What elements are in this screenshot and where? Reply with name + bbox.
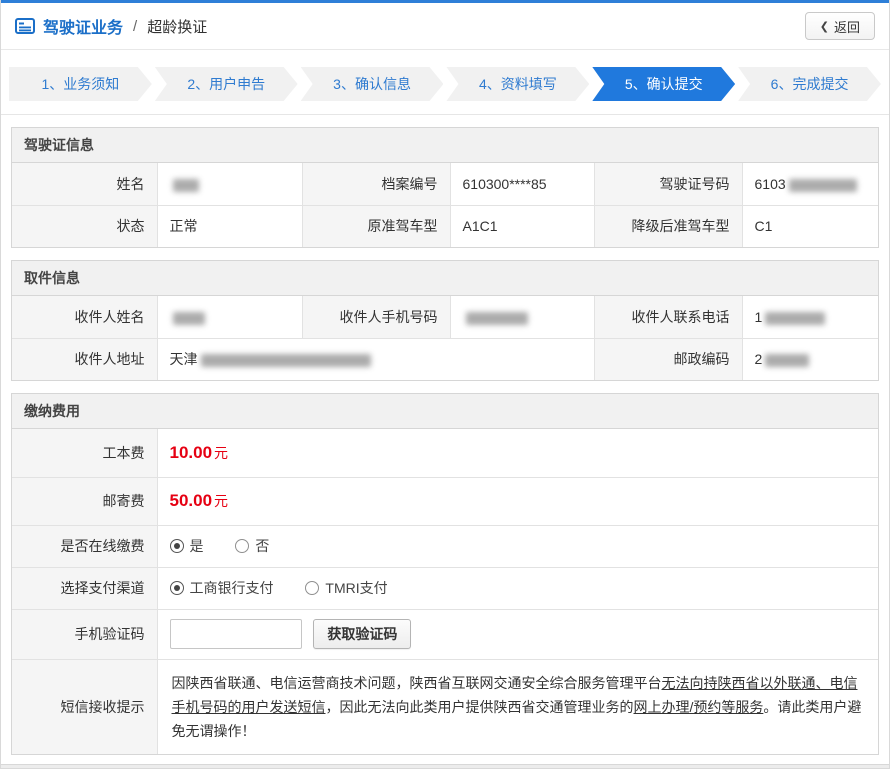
radio-unselected-icon: [305, 581, 320, 595]
radio-label: TMRI支付: [325, 580, 388, 596]
phone-prefix: 1: [754, 308, 763, 325]
back-arrow-icon: ❮: [819, 20, 829, 33]
field-value-address: 天津: [156, 337, 595, 380]
redacted-value: [465, 311, 528, 325]
fees-table: 工本费 10.00 元 邮寄费 50.00 元 是否在线缴费 是 否 选择支付渠…: [12, 429, 878, 754]
header-left: 驾驶证业务 / 超龄换证: [15, 14, 207, 38]
radio-channel-tmri[interactable]: TMRI支付: [305, 578, 388, 598]
license-info-table: 姓名 档案编号 610300****85 驾驶证号码 6103 状态 正常 原准…: [12, 163, 878, 247]
field-value-orig-class: A1C1: [449, 204, 595, 247]
pay-channel-options: 工商银行支付 TMRI支付: [156, 566, 878, 610]
field-value-new-class: C1: [741, 204, 878, 247]
step-tab-label: 1、业务须知: [41, 76, 120, 92]
field-value-license-no: 6103: [741, 163, 878, 206]
field-label-pay-channel: 选择支付渠道: [12, 566, 158, 610]
step-tab-5[interactable]: 5、确认提交: [592, 67, 735, 101]
field-value-recipient-name: [156, 296, 303, 339]
radio-channel-icbc[interactable]: 工商银行支付: [169, 578, 274, 598]
field-label-new-class: 降级后准驾车型: [593, 204, 743, 247]
postage-amount: 50.00: [169, 491, 213, 510]
section-fees: 缴纳费用 工本费 10.00 元 邮寄费 50.00 元 是否在线缴费 是 否 …: [11, 393, 879, 755]
sms-notice-text: 因陕西省联通、电信运营商技术问题，陕西省互联网交通安全综合服务管理平台无法向持陕…: [156, 658, 878, 754]
online-pay-options: 是 否: [156, 524, 878, 568]
redacted-value: [765, 311, 826, 325]
title-separator: /: [133, 17, 138, 35]
field-label-zip: 邮政编码: [593, 337, 743, 380]
page-title: 驾驶证业务: [43, 20, 124, 37]
step-tab-3[interactable]: 3、确认信息: [301, 67, 444, 101]
field-value-postage: 50.00 元: [156, 476, 878, 526]
cost-amount: 10.00: [169, 442, 213, 462]
field-label-online-pay: 是否在线缴费: [12, 524, 158, 568]
radio-online-no[interactable]: 否: [235, 536, 269, 556]
back-button[interactable]: ❮ 返回: [804, 12, 875, 40]
sms-code-input[interactable]: [169, 619, 302, 649]
field-label-status: 状态: [12, 204, 158, 247]
radio-unselected-icon: [235, 539, 250, 553]
redacted-value: [200, 354, 371, 368]
footer-strip: [1, 764, 889, 768]
step-tab-4[interactable]: 4、资料填写: [446, 67, 589, 101]
section-title: 缴纳费用: [12, 394, 878, 429]
step-tab-label: 3、确认信息: [333, 76, 411, 92]
zip-prefix: 2: [754, 351, 763, 368]
section-pickup-info: 取件信息 收件人姓名 收件人手机号码 收件人联系电话 1 收件人地址 天津 邮政…: [11, 260, 879, 381]
section-title: 取件信息: [12, 261, 878, 296]
field-label-recipient-mobile: 收件人手机号码: [301, 296, 451, 339]
field-label-orig-class: 原准驾车型: [301, 204, 451, 247]
field-value-zip: 2: [741, 337, 878, 380]
field-label-address: 收件人地址: [12, 337, 158, 380]
step-tab-2[interactable]: 2、用户申告: [155, 67, 298, 101]
header: 驾驶证业务 / 超龄换证 ❮ 返回: [1, 3, 889, 50]
license-service-icon: [15, 18, 35, 34]
notice-part: 因陕西省联通、电信运营商技术问题，陕西省互联网交通安全综合服务管理平台: [171, 674, 662, 691]
redacted-value: [172, 178, 199, 192]
notice-part-underlined: 网上办理/预约等服务: [633, 698, 764, 715]
sms-code-row: 获取验证码: [156, 608, 878, 660]
field-label-file-no: 档案编号: [301, 163, 451, 206]
field-label-sms-notice: 短信接收提示: [12, 658, 158, 754]
field-value-file-no: 610300****85: [449, 163, 595, 206]
license-no-prefix: 6103: [754, 175, 786, 192]
back-button-label: 返回: [833, 19, 860, 35]
step-tab-label: 5、确认提交: [624, 76, 703, 92]
section-title: 驾驶证信息: [12, 128, 878, 163]
step-nav: 1、业务须知 2、用户申告 3、确认信息 4、资料填写 5、确认提交 6、完成提…: [1, 50, 889, 115]
field-value-status: 正常: [156, 204, 303, 247]
cost-unit: 元: [214, 444, 229, 461]
section-license-info: 驾驶证信息 姓名 档案编号 610300****85 驾驶证号码 6103 状态…: [11, 127, 879, 248]
radio-selected-icon: [169, 539, 184, 553]
page: 驾驶证业务 / 超龄换证 ❮ 返回 1、业务须知 2、用户申告 3、确认信息 4…: [0, 0, 890, 769]
radio-label: 是: [189, 538, 204, 554]
step-tab-1[interactable]: 1、业务须知: [9, 67, 152, 101]
field-label-name: 姓名: [12, 163, 158, 206]
redacted-value: [172, 311, 205, 325]
step-tab-label: 2、用户申告: [187, 76, 266, 92]
redacted-value: [788, 178, 857, 192]
radio-selected-icon: [169, 581, 184, 595]
field-value-recipient-mobile: [449, 296, 595, 339]
field-label-license-no: 驾驶证号码: [593, 163, 743, 206]
field-value-cost: 10.00 元: [156, 429, 878, 478]
redacted-value: [765, 354, 810, 368]
address-prefix: 天津: [169, 351, 198, 368]
radio-label: 否: [255, 538, 270, 554]
field-value-name: [156, 163, 303, 206]
field-label-recipient-name: 收件人姓名: [12, 296, 158, 339]
field-label-postage: 邮寄费: [12, 476, 158, 526]
field-value-recipient-phone: 1: [741, 296, 878, 339]
step-tab-6[interactable]: 6、完成提交: [738, 67, 881, 101]
postage-unit: 元: [214, 493, 229, 509]
field-label-sms-code: 手机验证码: [12, 608, 158, 660]
field-label-cost: 工本费: [12, 429, 158, 478]
radio-label: 工商银行支付: [189, 580, 274, 596]
get-code-button[interactable]: 获取验证码: [313, 619, 412, 649]
step-tab-label: 4、资料填写: [479, 76, 557, 92]
notice-part: ，因此无法向此类用户提供陕西省交通管理业务的: [325, 698, 634, 715]
step-tab-label: 6、完成提交: [770, 76, 849, 92]
page-subtitle: 超龄换证: [147, 18, 208, 36]
pickup-info-table: 收件人姓名 收件人手机号码 收件人联系电话 1 收件人地址 天津 邮政编码 2: [12, 296, 878, 380]
radio-online-yes[interactable]: 是: [169, 536, 204, 556]
field-label-recipient-phone: 收件人联系电话: [593, 296, 743, 339]
